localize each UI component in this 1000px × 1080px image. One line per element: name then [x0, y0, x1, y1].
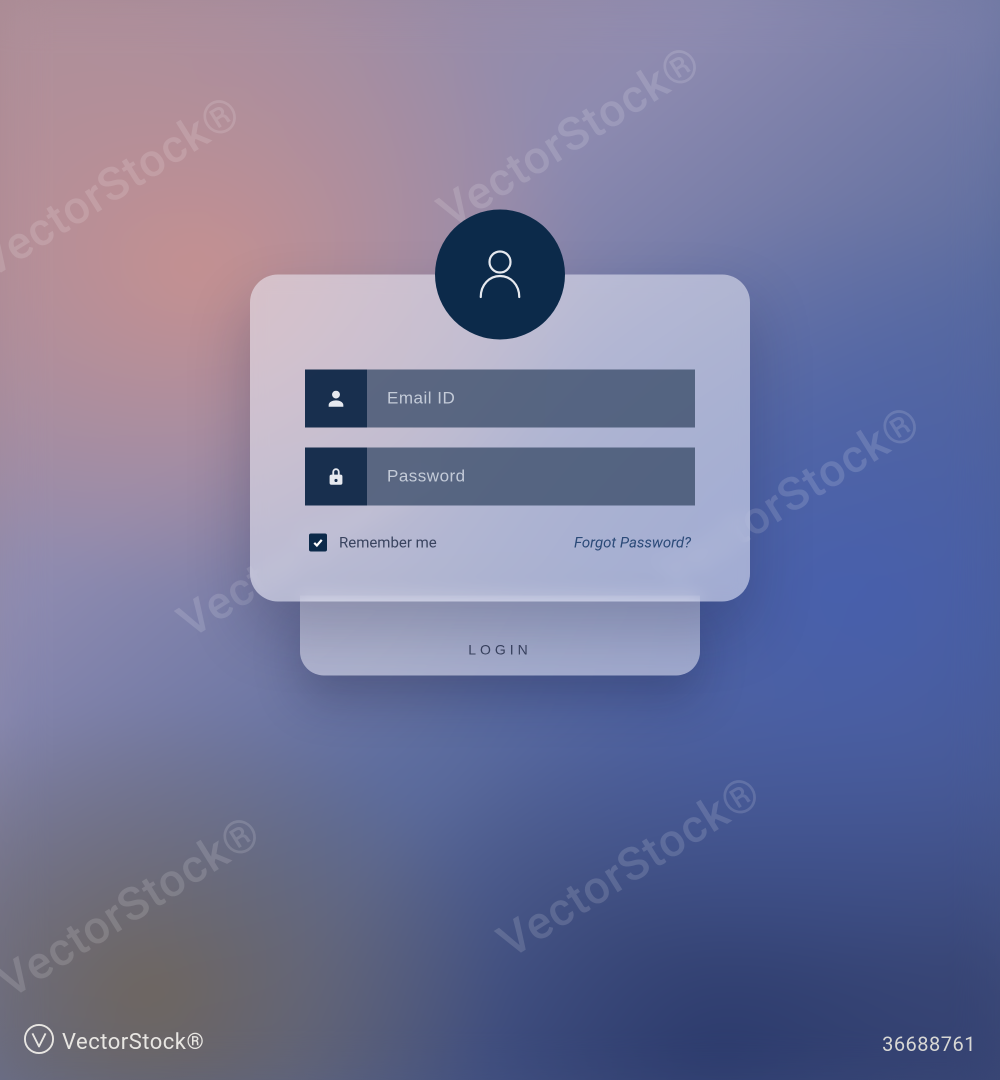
brand-footer: VectorStock®	[24, 1024, 204, 1060]
email-row	[305, 370, 695, 428]
login-button-container: LOGIN	[300, 596, 700, 676]
checkbox-icon	[309, 534, 327, 552]
brand-logo-icon	[24, 1024, 54, 1060]
login-button[interactable]: LOGIN	[300, 596, 700, 676]
user-icon	[472, 245, 528, 305]
email-field[interactable]	[367, 370, 695, 428]
password-row	[305, 448, 695, 506]
image-id-label: 36688761	[882, 1032, 976, 1056]
lock-icon	[305, 448, 367, 506]
remember-me-label: Remember me	[339, 534, 437, 552]
avatar-circle	[435, 210, 565, 340]
forgot-password-link[interactable]: Forgot Password?	[574, 534, 691, 552]
login-card-container: Remember me Forgot Password? LOGIN	[250, 275, 750, 676]
login-card: Remember me Forgot Password?	[250, 275, 750, 602]
password-field[interactable]	[367, 448, 695, 506]
login-screen: VectorStock® VectorStock® VectorStock® V…	[0, 0, 1000, 1080]
brand-name: VectorStock®	[62, 1030, 204, 1055]
remember-me-toggle[interactable]: Remember me	[309, 534, 437, 552]
person-icon	[305, 370, 367, 428]
options-row: Remember me Forgot Password?	[305, 534, 695, 552]
